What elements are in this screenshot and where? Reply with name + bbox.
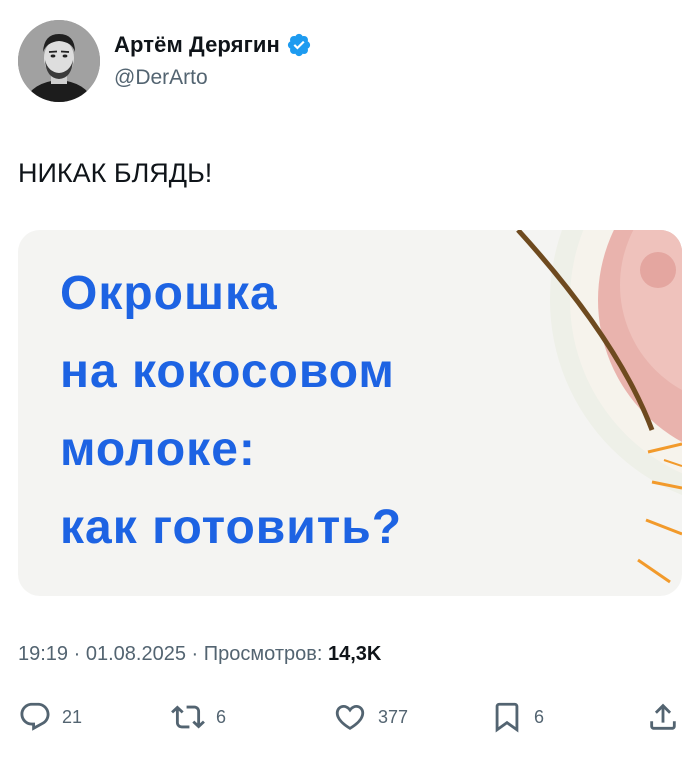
like-button[interactable]: 377 [332, 700, 408, 734]
share-icon [650, 703, 676, 730]
verified-badge-icon[interactable] [286, 32, 312, 58]
tweet-media-image[interactable]: Окрошка на кокосовом молоке: как готовит… [18, 230, 682, 596]
share-button[interactable] [646, 700, 680, 734]
reply-icon [20, 702, 50, 731]
tweet-meta: 19:19 · 01.08.2025 · Просмотров: 14,3K [18, 643, 381, 666]
tweet-text: НИКАК БЛЯДЬ! [18, 158, 213, 188]
repost-button[interactable]: 6 [170, 700, 226, 734]
tweet-time[interactable]: 19:19 [18, 643, 68, 665]
reply-button[interactable]: 21 [18, 700, 82, 734]
repost-icon [171, 705, 205, 729]
author-name[interactable]: Артём Дерягин [114, 32, 280, 58]
author-name-row[interactable]: Артём Дерягин [114, 32, 312, 58]
repost-count: 6 [216, 706, 227, 727]
tweet-date[interactable]: 01.08.2025 [86, 643, 186, 665]
profile-photo [18, 20, 100, 102]
media-headline-line-2: на кокосовом [60, 345, 395, 398]
bookmark-icon [495, 702, 519, 733]
author-handle[interactable]: @DerArto [114, 66, 208, 90]
meta-separator: · [191, 643, 199, 665]
views-label: Просмотров: [203, 643, 323, 665]
media-headline-line-1: Окрошка [60, 267, 278, 320]
like-count: 377 [378, 706, 409, 727]
bookmark-count: 6 [534, 706, 545, 727]
meta-separator: · [73, 643, 81, 665]
heart-icon [335, 704, 365, 730]
avatar[interactable] [18, 20, 100, 102]
bookmark-button[interactable]: 6 [490, 700, 544, 734]
media-headline-line-3: молоке: [60, 423, 256, 476]
views-count: 14,3K [327, 643, 382, 665]
reply-count: 21 [62, 706, 83, 727]
media-headline-line-4: как готовить? [60, 501, 403, 554]
